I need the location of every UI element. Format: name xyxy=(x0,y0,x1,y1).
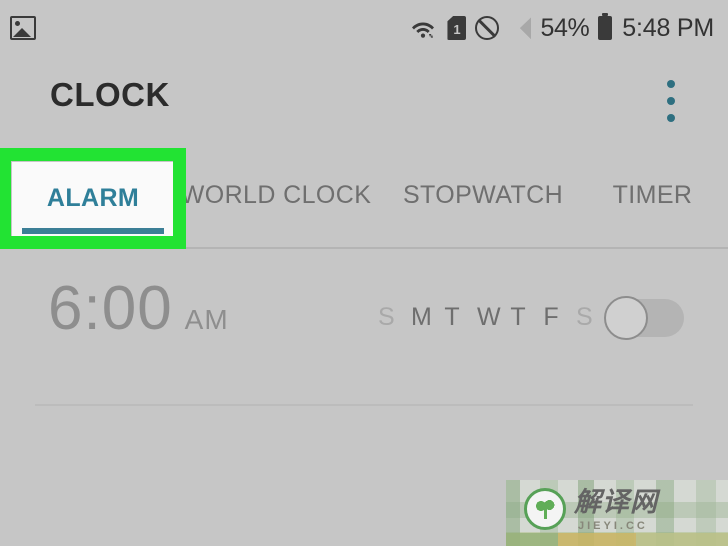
status-bar-right: 1 54% 5:48 PM xyxy=(410,13,714,42)
app-bar: CLOCK xyxy=(0,56,728,144)
overflow-dot xyxy=(667,114,675,122)
status-bar-left xyxy=(10,16,36,40)
alarm-list-item[interactable]: 6:00 AM S M T W T F S xyxy=(0,270,728,375)
alarm-toggle-switch[interactable] xyxy=(604,296,686,340)
watermark-cn-text: 解译网 xyxy=(574,487,658,518)
overflow-menu-icon[interactable] xyxy=(660,76,682,126)
tab-bar: ALARM WORLD CLOCK STOPWATCH TIMER xyxy=(0,160,728,248)
day-thursday: T xyxy=(510,303,526,331)
watermark-en-text: JIEYI.CC xyxy=(578,520,648,532)
status-bar: 1 54% 5:48 PM xyxy=(0,0,728,56)
watermark-leaf-icon xyxy=(524,488,566,530)
day-wednesday: W xyxy=(477,303,501,331)
status-bar-time: 5:48 PM xyxy=(622,13,714,42)
alarm-row-divider xyxy=(35,404,693,406)
overflow-dot xyxy=(667,80,675,88)
tab-selected-indicator xyxy=(22,228,164,234)
day-monday: M xyxy=(411,303,432,331)
sim-card-number: 1 xyxy=(453,22,461,37)
tab-world-clock[interactable]: WORLD CLOCK xyxy=(181,160,371,230)
tab-bar-divider xyxy=(186,247,728,249)
gallery-icon xyxy=(10,16,36,40)
tab-stopwatch[interactable]: STOPWATCH xyxy=(388,160,578,230)
battery-icon xyxy=(598,16,613,40)
toggle-thumb xyxy=(604,296,648,340)
tab-alarm[interactable]: ALARM xyxy=(12,162,174,248)
overflow-dot xyxy=(667,97,675,105)
alarm-time-value: 6:00 xyxy=(48,274,173,343)
day-tuesday: T xyxy=(444,303,460,331)
sim-card-icon: 1 xyxy=(447,16,467,40)
clock-app-screen: 1 54% 5:48 PM CLOCK ALARM WORLD CLOCK ST… xyxy=(0,0,728,546)
tab-timer[interactable]: TIMER xyxy=(590,160,715,230)
do-not-disturb-icon xyxy=(475,16,500,40)
day-saturday: S xyxy=(576,303,593,331)
signal-icon xyxy=(508,17,532,39)
page-title: CLOCK xyxy=(50,76,170,113)
watermark-band xyxy=(506,533,728,546)
day-friday: F xyxy=(543,303,559,331)
watermark: 解译网 JIEYI.CC xyxy=(506,480,728,546)
battery-percent-label: 54% xyxy=(540,13,590,42)
alarm-meridiem: AM xyxy=(184,304,229,335)
wifi-icon xyxy=(410,16,438,40)
alarm-repeat-days: S M T W T F S xyxy=(378,303,593,332)
alarm-time: 6:00 AM xyxy=(48,278,229,340)
day-sunday: S xyxy=(378,303,395,331)
